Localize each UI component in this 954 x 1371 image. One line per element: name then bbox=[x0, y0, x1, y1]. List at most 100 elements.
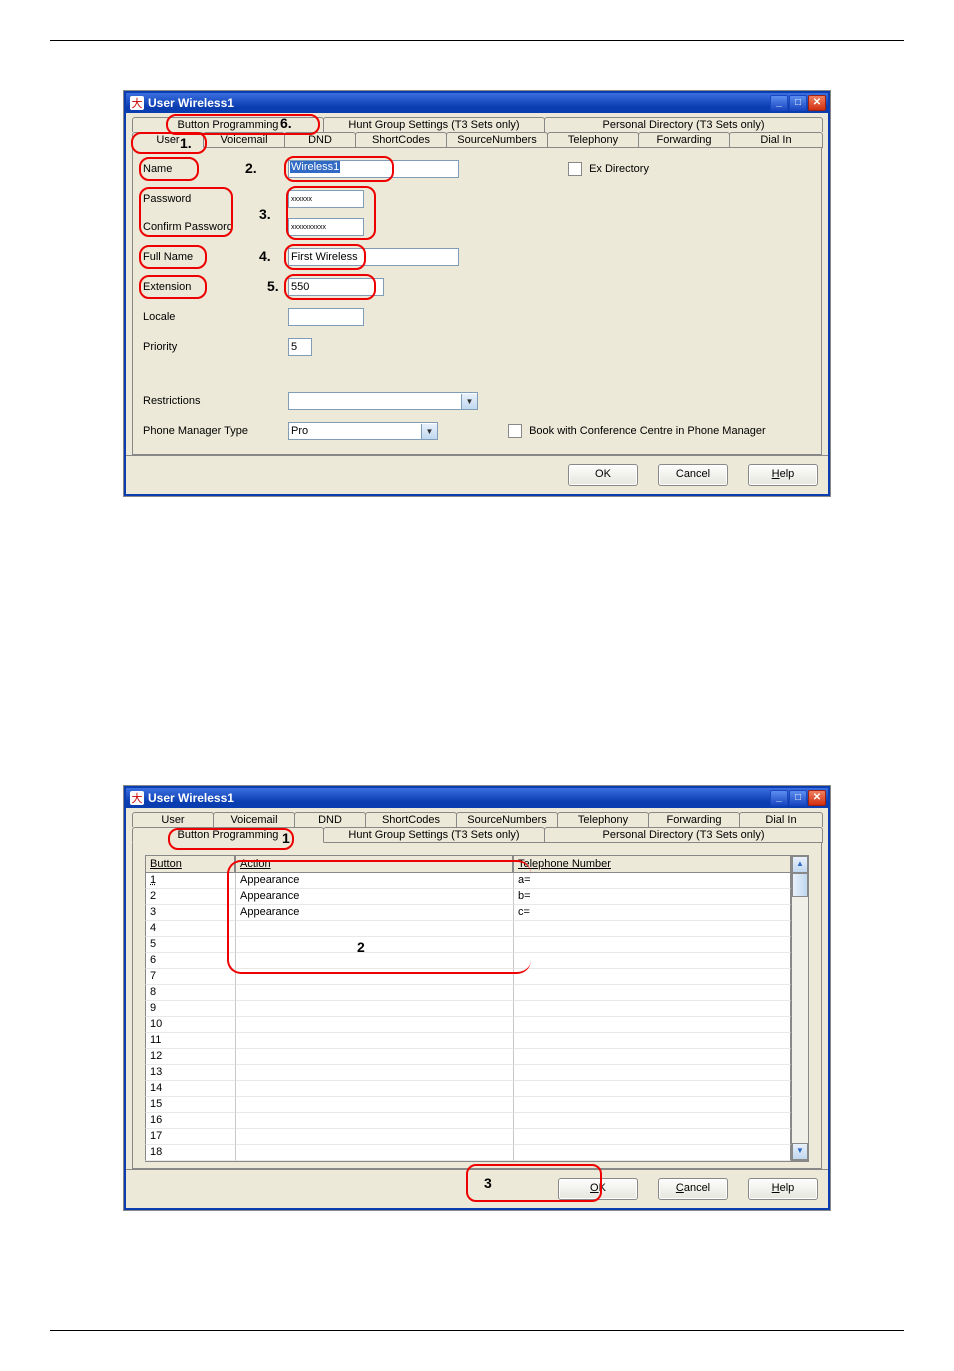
help-button[interactable]: Help bbox=[748, 464, 818, 486]
tab-sourcenumbers[interactable]: SourceNumbers bbox=[446, 132, 548, 148]
tab-dialin[interactable]: Dial In bbox=[729, 132, 823, 148]
book-conference-checkbox[interactable] bbox=[508, 424, 522, 438]
table-row-telephone[interactable] bbox=[513, 1129, 791, 1145]
table-row-button[interactable]: 3 bbox=[145, 905, 235, 921]
table-row-telephone[interactable] bbox=[513, 1001, 791, 1017]
tab-dnd[interactable]: DND bbox=[284, 132, 356, 148]
phone-manager-select[interactable]: Pro ▼ bbox=[288, 422, 438, 440]
table-row-button[interactable]: 11 bbox=[145, 1033, 235, 1049]
close-button[interactable]: ✕ bbox=[808, 95, 826, 111]
ok-button[interactable]: OK bbox=[568, 464, 638, 486]
extension-input[interactable] bbox=[288, 278, 384, 296]
table-row-telephone[interactable]: c= bbox=[513, 905, 791, 921]
cancel-button[interactable]: Cancel bbox=[658, 1178, 728, 1200]
tab-button-programming[interactable]: Button Programming bbox=[132, 827, 324, 843]
tab-user[interactable]: User bbox=[132, 812, 214, 827]
table-row-button[interactable]: 2 bbox=[145, 889, 235, 905]
help-button[interactable]: Help bbox=[748, 1178, 818, 1200]
table-row-button[interactable]: 4 bbox=[145, 921, 235, 937]
scroll-down-icon[interactable]: ▼ bbox=[792, 1143, 808, 1160]
scrollbar[interactable]: ▲ ▼ bbox=[791, 855, 809, 1161]
tab-telephony[interactable]: Telephony bbox=[557, 812, 649, 827]
table-row-action[interactable] bbox=[235, 1017, 513, 1033]
table-row-button[interactable]: 1 bbox=[145, 873, 235, 889]
tab-hunt-group[interactable]: Hunt Group Settings (T3 Sets only) bbox=[323, 117, 545, 132]
table-row-action[interactable] bbox=[235, 1033, 513, 1049]
minimize-button[interactable]: _ bbox=[770, 95, 788, 111]
tab-personal-directory[interactable]: Personal Directory (T3 Sets only) bbox=[544, 117, 823, 132]
table-row-telephone[interactable] bbox=[513, 1145, 791, 1161]
tab-telephony[interactable]: Telephony bbox=[547, 132, 639, 148]
table-row-telephone[interactable] bbox=[513, 1097, 791, 1113]
table-row-telephone[interactable] bbox=[513, 937, 791, 953]
table-row-button[interactable]: 5 bbox=[145, 937, 235, 953]
table-row-action[interactable] bbox=[235, 1001, 513, 1017]
scroll-up-icon[interactable]: ▲ bbox=[792, 856, 808, 873]
col-action[interactable]: Action bbox=[235, 855, 513, 873]
tab-dialin[interactable]: Dial In bbox=[739, 812, 823, 827]
tab-personal-directory[interactable]: Personal Directory (T3 Sets only) bbox=[544, 827, 823, 843]
table-row-button[interactable]: 10 bbox=[145, 1017, 235, 1033]
tab-voicemail[interactable]: Voicemail bbox=[203, 132, 285, 148]
tab-forwarding[interactable]: Forwarding bbox=[648, 812, 740, 827]
titlebar[interactable]: 大 User Wireless1 _ □ ✕ bbox=[126, 93, 828, 113]
table-row-action[interactable] bbox=[235, 953, 513, 969]
tab-voicemail[interactable]: Voicemail bbox=[213, 812, 295, 827]
table-row-button[interactable]: 17 bbox=[145, 1129, 235, 1145]
table-row-button[interactable]: 13 bbox=[145, 1065, 235, 1081]
table-row-telephone[interactable]: b= bbox=[513, 889, 791, 905]
tab-hunt-group[interactable]: Hunt Group Settings (T3 Sets only) bbox=[323, 827, 545, 843]
ok-button[interactable]: OK bbox=[558, 1178, 638, 1200]
button-table[interactable]: Button Action Telephone Number 1Appearan… bbox=[145, 855, 791, 1161]
maximize-button[interactable]: □ bbox=[789, 790, 807, 806]
ex-directory-checkbox[interactable] bbox=[568, 162, 582, 176]
maximize-button[interactable]: □ bbox=[789, 95, 807, 111]
locale-input[interactable] bbox=[288, 308, 364, 326]
confirm-password-input[interactable] bbox=[288, 218, 364, 236]
tab-user[interactable]: User bbox=[132, 132, 204, 148]
table-row-action[interactable] bbox=[235, 1145, 513, 1161]
table-row-button[interactable]: 16 bbox=[145, 1113, 235, 1129]
table-row-telephone[interactable] bbox=[513, 1033, 791, 1049]
table-row-action[interactable]: Appearance bbox=[235, 873, 513, 889]
priority-input[interactable] bbox=[288, 338, 312, 356]
tab-forwarding[interactable]: Forwarding bbox=[638, 132, 730, 148]
table-row-telephone[interactable]: a= bbox=[513, 873, 791, 889]
table-row-action[interactable]: Appearance bbox=[235, 889, 513, 905]
table-row-button[interactable]: 14 bbox=[145, 1081, 235, 1097]
table-row-telephone[interactable] bbox=[513, 1081, 791, 1097]
table-row-action[interactable] bbox=[235, 937, 513, 953]
table-row-button[interactable]: 18 bbox=[145, 1145, 235, 1161]
tab-shortcodes[interactable]: ShortCodes bbox=[355, 132, 447, 148]
table-row-action[interactable] bbox=[235, 1097, 513, 1113]
table-row-button[interactable]: 8 bbox=[145, 985, 235, 1001]
table-row-button[interactable]: 15 bbox=[145, 1097, 235, 1113]
scroll-thumb[interactable] bbox=[792, 873, 808, 897]
tab-shortcodes[interactable]: ShortCodes bbox=[365, 812, 457, 827]
table-row-telephone[interactable] bbox=[513, 953, 791, 969]
table-row-action[interactable]: Appearance bbox=[235, 905, 513, 921]
table-row-telephone[interactable] bbox=[513, 1017, 791, 1033]
table-row-telephone[interactable] bbox=[513, 1065, 791, 1081]
table-row-telephone[interactable] bbox=[513, 1113, 791, 1129]
table-row-button[interactable]: 6 bbox=[145, 953, 235, 969]
table-row-telephone[interactable] bbox=[513, 985, 791, 1001]
close-button[interactable]: ✕ bbox=[808, 790, 826, 806]
col-button[interactable]: Button bbox=[145, 855, 235, 873]
table-row-button[interactable]: 9 bbox=[145, 1001, 235, 1017]
table-row-action[interactable] bbox=[235, 969, 513, 985]
table-row-action[interactable] bbox=[235, 1081, 513, 1097]
titlebar[interactable]: 大 User Wireless1 _ □ ✕ bbox=[126, 788, 828, 808]
table-row-button[interactable]: 12 bbox=[145, 1049, 235, 1065]
table-row-action[interactable] bbox=[235, 1113, 513, 1129]
minimize-button[interactable]: _ bbox=[770, 790, 788, 806]
fullname-input[interactable] bbox=[288, 248, 459, 266]
table-row-telephone[interactable] bbox=[513, 1049, 791, 1065]
restrictions-select[interactable]: ▼ bbox=[288, 392, 478, 410]
col-telephone[interactable]: Telephone Number bbox=[513, 855, 791, 873]
table-row-telephone[interactable] bbox=[513, 969, 791, 985]
table-row-button[interactable]: 7 bbox=[145, 969, 235, 985]
table-row-telephone[interactable] bbox=[513, 921, 791, 937]
table-row-action[interactable] bbox=[235, 921, 513, 937]
cancel-button[interactable]: Cancel bbox=[658, 464, 728, 486]
